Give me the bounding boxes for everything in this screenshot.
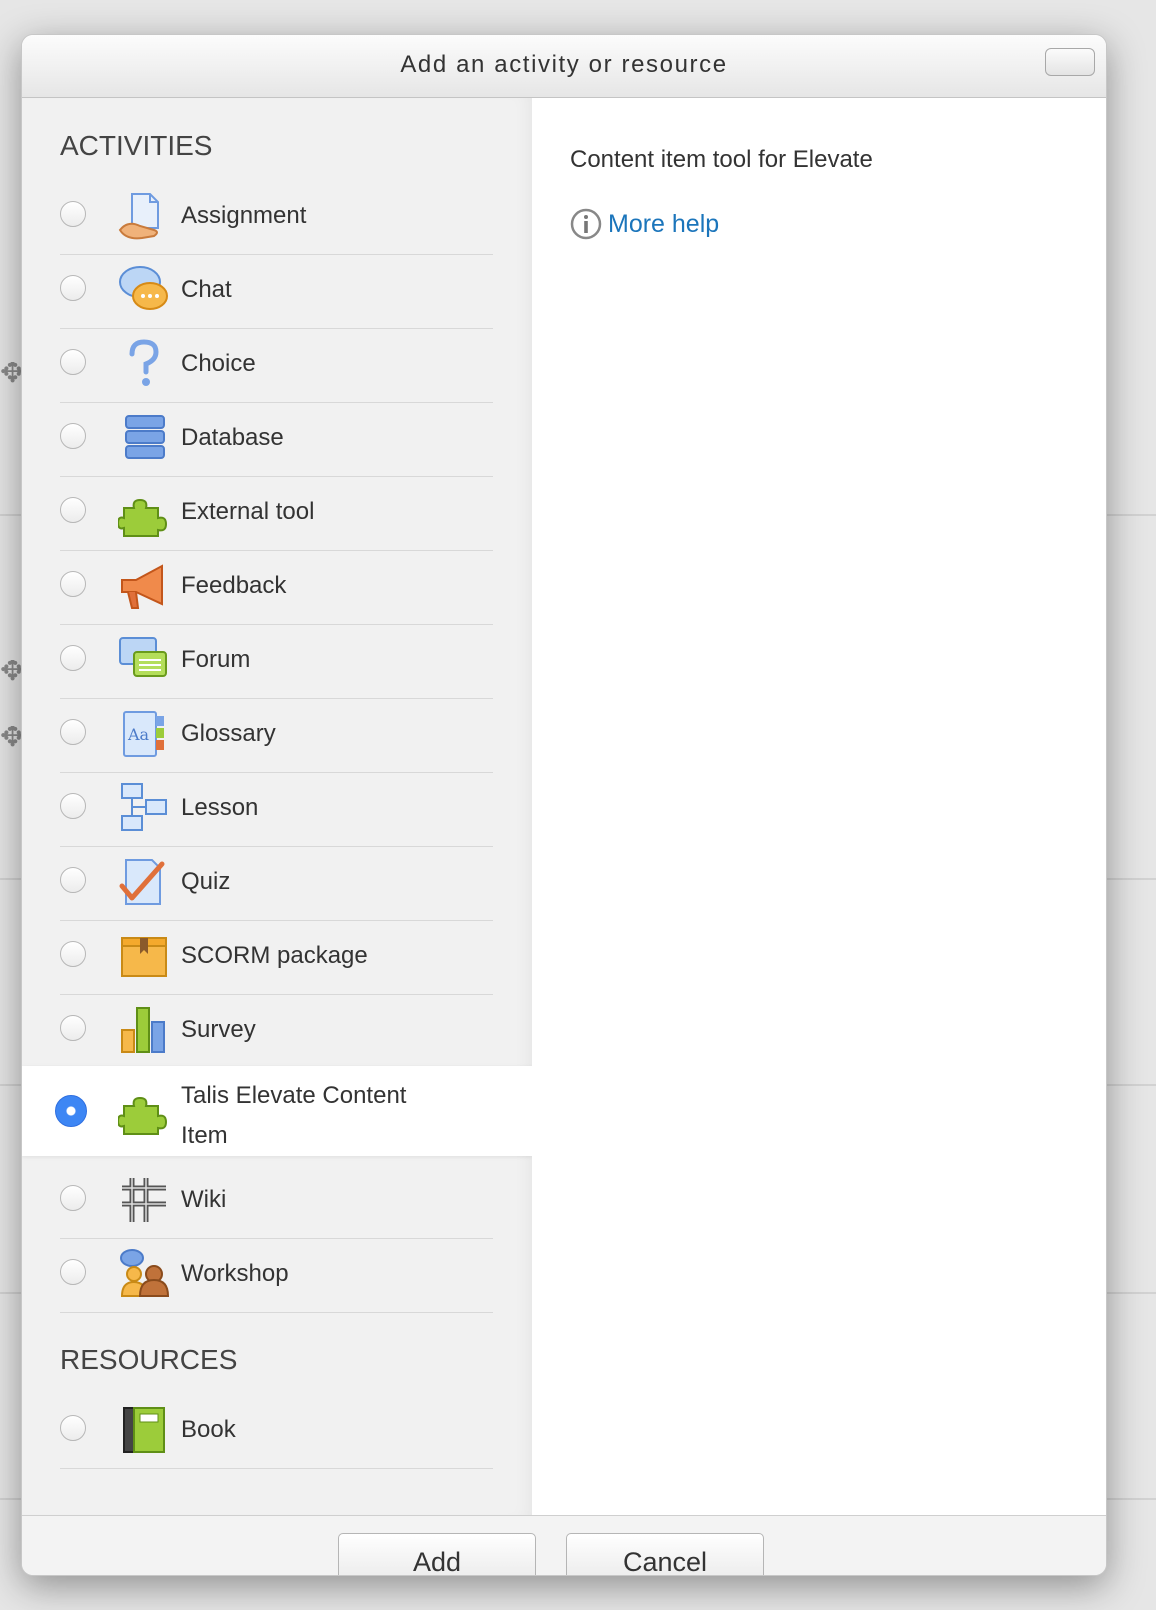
- option-book[interactable]: Book: [60, 1392, 493, 1469]
- option-survey[interactable]: Survey: [60, 992, 493, 1069]
- move-icon: ✥: [0, 660, 22, 682]
- quiz-icon: [119, 859, 165, 905]
- svg-text:Aa: Aa: [127, 725, 150, 744]
- book-icon: [123, 1407, 165, 1453]
- option-radio[interactable]: [60, 1259, 86, 1285]
- option-radio[interactable]: [60, 1415, 86, 1441]
- option-label: Quiz: [181, 868, 231, 895]
- choice-icon: [129, 339, 159, 386]
- option-label: Forum: [181, 646, 251, 673]
- option-label: Survey: [181, 1016, 256, 1043]
- option-radio-selected[interactable]: [55, 1095, 87, 1127]
- forum-icon: [119, 637, 167, 677]
- wiki-icon: [122, 1178, 166, 1222]
- survey-icon: [121, 1007, 165, 1053]
- option-label: Talis Elevate Content Item: [181, 1082, 407, 1149]
- glossary-icon: Aa: [123, 711, 164, 757]
- module-details: Content item tool for Elevate More help: [532, 98, 1106, 1515]
- dialog-header: Add an activity or resource: [22, 35, 1106, 98]
- option-label: Database: [181, 424, 284, 451]
- more-help-label: More help: [608, 209, 720, 238]
- option-wiki[interactable]: Wiki: [60, 1162, 493, 1239]
- option-label: Choice: [181, 350, 256, 377]
- assignment-icon: [118, 193, 159, 240]
- option-assignment[interactable]: Assignment: [60, 178, 493, 255]
- chat-icon: [119, 266, 168, 310]
- dialog-footer: Add Cancel: [22, 1515, 1106, 1575]
- option-label: Book: [181, 1416, 236, 1443]
- database-icon: [125, 415, 165, 459]
- option-radio[interactable]: [60, 497, 86, 523]
- activities-heading: ACTIVITIES: [60, 130, 213, 161]
- option-chat[interactable]: Chat: [60, 252, 493, 329]
- option-label: Glossary: [181, 720, 276, 747]
- option-workshop[interactable]: Workshop: [60, 1236, 493, 1313]
- option-glossary[interactable]: Aa Glossary: [60, 696, 493, 773]
- option-label: Assignment: [181, 202, 307, 229]
- option-scorm-package[interactable]: SCORM package: [60, 918, 493, 995]
- option-radio[interactable]: [60, 719, 86, 745]
- lesson-icon: [121, 783, 167, 831]
- move-icon: ✥: [0, 726, 22, 748]
- option-radio[interactable]: [60, 201, 86, 227]
- option-forum[interactable]: Forum: [60, 622, 493, 699]
- option-radio[interactable]: [60, 423, 86, 449]
- option-choice[interactable]: Choice: [60, 326, 493, 403]
- option-label: Wiki: [181, 1186, 227, 1213]
- more-help-link[interactable]: More help: [570, 206, 719, 242]
- option-radio[interactable]: [60, 1015, 86, 1041]
- option-label: Feedback: [181, 572, 287, 599]
- cancel-button[interactable]: Cancel: [566, 1533, 764, 1575]
- option-radio[interactable]: [60, 793, 86, 819]
- info-icon: [570, 208, 602, 240]
- external-tool-icon: [118, 498, 168, 537]
- feedback-icon: [121, 564, 163, 609]
- option-radio[interactable]: [60, 867, 86, 893]
- module-list[interactable]: ACTIVITIES Assignment Chat Choice Databa…: [22, 98, 532, 1515]
- option-quiz[interactable]: Quiz: [60, 844, 493, 921]
- option-radio[interactable]: [60, 645, 86, 671]
- resources-heading: RESOURCES: [60, 1344, 238, 1375]
- option-label: Chat: [181, 276, 232, 303]
- option-feedback[interactable]: Feedback: [60, 548, 493, 625]
- option-radio[interactable]: [60, 571, 86, 597]
- dialog-title: Add an activity or resource: [400, 51, 728, 78]
- option-radio[interactable]: [60, 941, 86, 967]
- option-radio[interactable]: [60, 1185, 86, 1211]
- add-activity-dialog: Add an activity or resource ACTIVITIES A…: [21, 34, 1107, 1576]
- option-label: Workshop: [181, 1260, 289, 1287]
- workshop-icon: [120, 1249, 170, 1297]
- option-radio[interactable]: [60, 275, 86, 301]
- move-icon: ✥: [0, 362, 22, 384]
- option-label: SCORM package: [181, 942, 368, 969]
- option-label: Lesson: [181, 794, 259, 821]
- scorm-package-icon: [121, 937, 167, 977]
- option-lesson[interactable]: Lesson: [60, 770, 493, 847]
- option-talis-elevate-content-item[interactable]: Talis Elevate Content Item: [22, 1066, 532, 1156]
- option-external-tool[interactable]: External tool: [60, 474, 493, 551]
- add-button[interactable]: Add: [338, 1533, 536, 1575]
- option-label: External tool: [181, 498, 315, 525]
- option-database[interactable]: Database: [60, 400, 493, 477]
- module-description: Content item tool for Elevate: [570, 146, 873, 173]
- talis-elevate-icon: [118, 1096, 168, 1135]
- option-radio[interactable]: [60, 349, 86, 375]
- close-button[interactable]: [1045, 48, 1095, 76]
